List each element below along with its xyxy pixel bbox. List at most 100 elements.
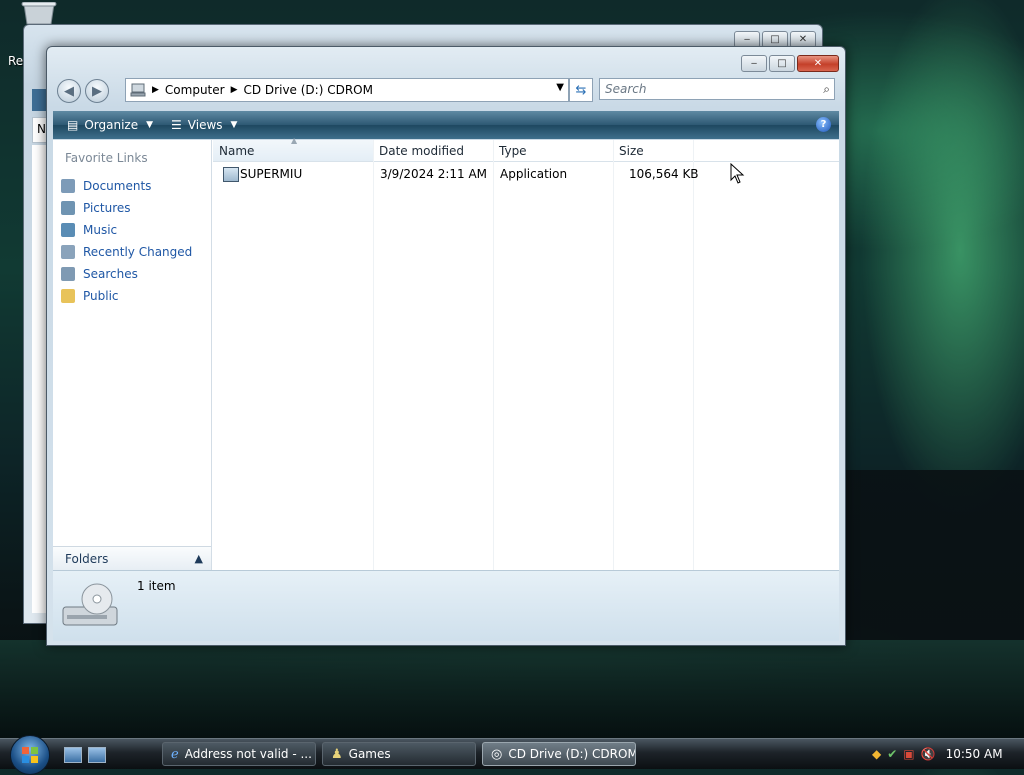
nav-item-label: Public <box>83 289 119 303</box>
column-header-empty <box>693 140 839 162</box>
details-pane: 1 item <box>53 570 839 641</box>
maximize-icon: □ <box>777 58 787 69</box>
address-bar[interactable]: ▶ Computer ▶ CD Drive (D:) CDROM ▼ <box>125 78 569 102</box>
breadcrumb-separator-icon: ▶ <box>152 85 159 95</box>
start-button[interactable] <box>10 735 50 775</box>
command-bar: ▤ Organize ▼ ☰ Views ▼ ? <box>53 111 839 139</box>
close-button[interactable]: ✕ <box>797 55 839 72</box>
views-icon: ☰ <box>171 118 182 132</box>
breadcrumb-cd-drive[interactable]: CD Drive (D:) CDROM <box>244 83 373 97</box>
favorite-links-list: Documents Pictures Music Recently Change… <box>53 175 211 307</box>
maximize-button[interactable]: □ <box>769 55 795 72</box>
nav-item-public[interactable]: Public <box>53 285 211 307</box>
show-desktop-icon[interactable] <box>64 747 82 763</box>
close-icon: ✕ <box>813 58 823 69</box>
favorite-links-header: Favorite Links <box>65 151 148 165</box>
search-placeholder: Search <box>605 82 647 96</box>
organize-button[interactable]: ▤ Organize ▼ <box>63 118 157 132</box>
column-divider <box>613 140 614 570</box>
help-icon[interactable]: ? <box>816 117 831 132</box>
back-arrow-icon: ◀ <box>64 83 74 99</box>
column-header-label: Type <box>499 143 527 158</box>
nav-item-label: Documents <box>83 179 152 193</box>
organize-icon: ▤ <box>67 118 79 132</box>
recently-changed-icon <box>61 245 75 259</box>
explorer-content: Favorite Links Documents Pictures Music … <box>53 136 839 570</box>
column-header-label: Size <box>619 143 644 158</box>
column-divider <box>693 140 694 570</box>
nav-item-pictures[interactable]: Pictures <box>53 197 211 219</box>
nav-item-music[interactable]: Music <box>53 219 211 241</box>
forward-button[interactable]: ▶ <box>85 79 109 103</box>
taskbar-item-label: Games <box>348 747 391 761</box>
folder-icon <box>61 289 75 303</box>
forward-arrow-icon: ▶ <box>92 83 102 99</box>
searches-icon <box>61 267 75 281</box>
file-list[interactable]: ▲ Name Date modified Type Size SUPERMIU … <box>213 136 839 570</box>
nav-item-recently-changed[interactable]: Recently Changed <box>53 241 211 263</box>
refresh-icon: ⇆ <box>575 82 587 98</box>
computer-icon <box>130 83 146 97</box>
address-dropdown-icon[interactable]: ▼ <box>556 82 564 93</box>
file-date-modified: 3/9/2024 2:11 AM <box>380 167 488 181</box>
item-count: 1 item <box>137 579 176 593</box>
folders-toggle[interactable]: Folders ▲ <box>53 546 211 570</box>
column-header-type[interactable]: Type <box>493 140 613 162</box>
recycle-bin-icon[interactable] <box>20 2 58 24</box>
views-button[interactable]: ☰ Views ▼ <box>167 118 241 132</box>
taskbar-item-cd-drive[interactable]: ◎ CD Drive (D:) CDROM <box>482 742 636 766</box>
volume-muted-icon[interactable]: 🔇 <box>921 747 936 761</box>
column-header-label: Date modified <box>379 143 465 158</box>
file-name: SUPERMIU <box>240 167 303 181</box>
recycle-bin-label[interactable]: Re <box>8 54 23 68</box>
views-label: Views <box>187 118 223 132</box>
address-row: ◀ ▶ ▶ Computer ▶ CD Drive (D:) CDROM ▼ ⇆… <box>55 77 839 105</box>
file-size: 106,564 KB <box>629 167 699 181</box>
taskbar-item-games[interactable]: ♟ Games <box>322 742 476 766</box>
column-header-label: Name <box>219 143 255 158</box>
column-header-size[interactable]: Size <box>613 140 693 162</box>
folders-label: Folders <box>65 551 109 566</box>
clock[interactable]: 10:50 AM <box>946 747 1003 761</box>
explorer-window[interactable]: ‒ □ ✕ ◀ ▶ ▶ Computer ▶ CD Drive (D:) CDR… <box>46 46 846 646</box>
windows-logo-icon <box>22 747 38 763</box>
column-divider <box>373 140 374 570</box>
nav-item-label: Pictures <box>83 201 131 215</box>
nav-item-searches[interactable]: Searches <box>53 263 211 285</box>
search-icon[interactable]: ⌕ <box>823 82 830 97</box>
nav-item-label: Music <box>83 223 118 237</box>
cd-drive-icon: ◎ <box>491 746 503 762</box>
wallpaper-lake <box>0 640 1024 740</box>
chevron-up-icon: ▲ <box>194 552 203 565</box>
breadcrumb-separator-icon: ▶ <box>230 85 238 95</box>
security-shield-icon[interactable]: ◆ <box>872 747 881 761</box>
file-type: Application <box>500 167 568 181</box>
taskbar: ℯ Address not valid - ... ♟ Games ◎ CD D… <box>0 735 1024 775</box>
column-header-date-modified[interactable]: Date modified <box>373 140 493 162</box>
notification-area: ◆ ✔ ▣ 🔇 10:50 AM <box>872 739 1024 769</box>
switch-windows-icon[interactable] <box>88 747 106 763</box>
application-icon <box>223 167 239 182</box>
internet-explorer-icon: ℯ <box>171 746 179 762</box>
sort-arrow-icon: ▲ <box>291 136 298 145</box>
organize-label: Organize <box>84 118 139 132</box>
window-caption-buttons: ‒ □ ✕ <box>741 55 839 72</box>
taskbar-item-label: Address not valid - ... <box>184 747 312 761</box>
minimize-button[interactable]: ‒ <box>741 55 767 72</box>
music-icon <box>61 223 75 237</box>
taskbar-item-address-not-valid[interactable]: ℯ Address not valid - ... <box>162 742 316 766</box>
search-input[interactable]: Search ⌕ <box>599 78 835 100</box>
update-icon[interactable]: ✔ <box>887 747 897 761</box>
cd-drive-icon <box>62 583 118 626</box>
nav-item-label: Recently Changed <box>83 245 193 259</box>
refresh-button[interactable]: ⇆ <box>569 78 593 102</box>
minimize-icon: ‒ <box>750 58 758 69</box>
column-header-name[interactable]: ▲ Name <box>213 136 373 162</box>
nav-item-documents[interactable]: Documents <box>53 175 211 197</box>
column-divider <box>493 140 494 570</box>
network-icon[interactable]: ▣ <box>903 747 914 761</box>
chevron-down-icon: ▼ <box>146 120 154 130</box>
breadcrumb-computer[interactable]: Computer <box>165 83 225 97</box>
back-button[interactable]: ◀ <box>57 79 81 103</box>
taskbar-item-label: CD Drive (D:) CDROM <box>508 747 636 761</box>
